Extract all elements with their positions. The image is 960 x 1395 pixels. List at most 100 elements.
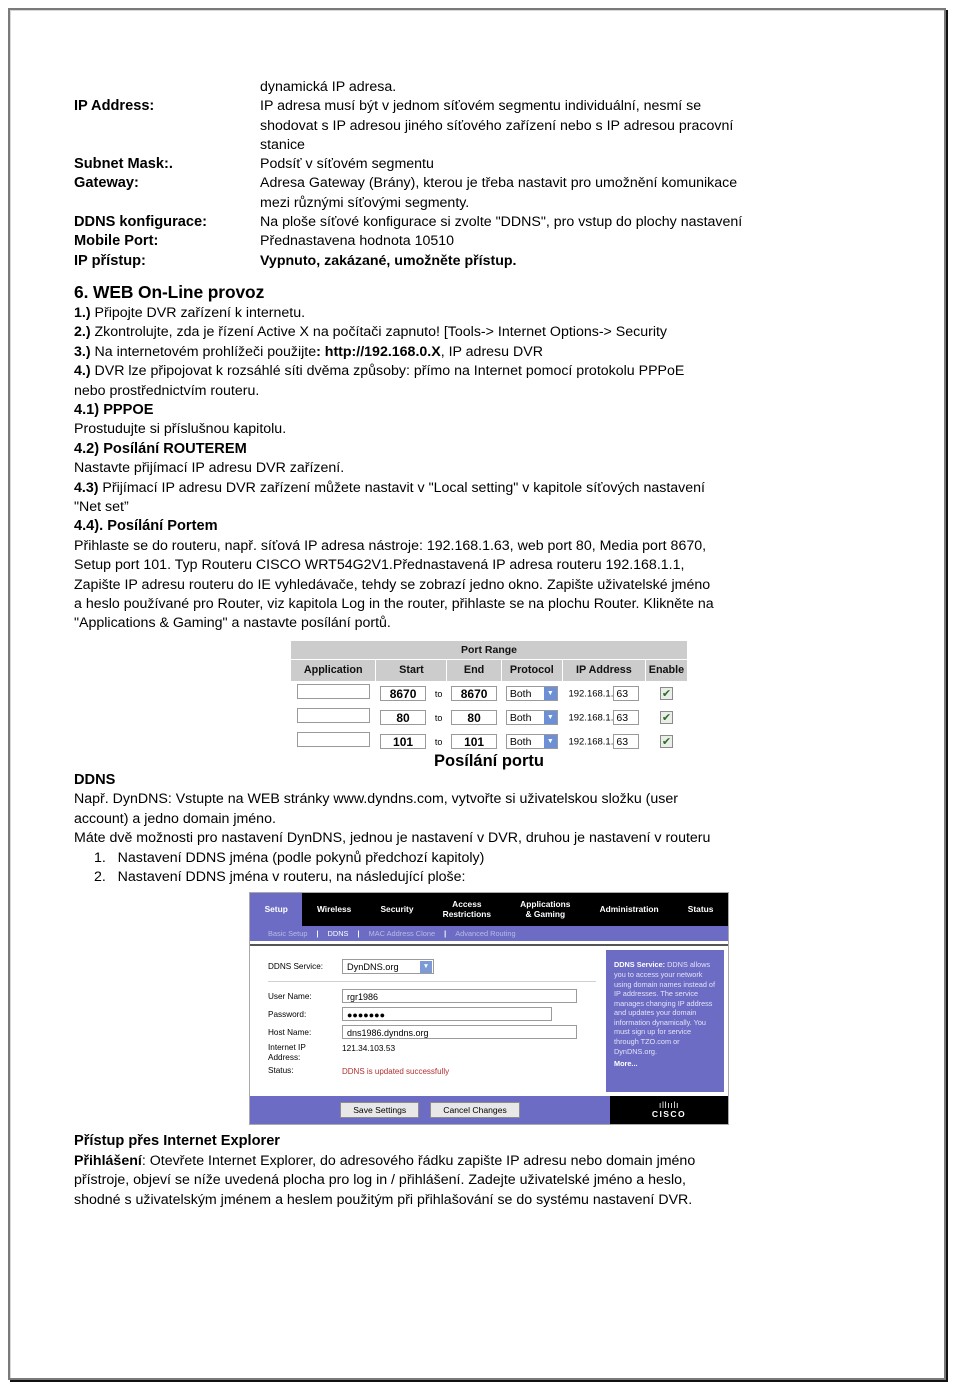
chevron-down-icon[interactable]: ▼ bbox=[420, 961, 432, 974]
table-row: 80 to 80 Both ▼ 192.168.1. 63 ✔ bbox=[289, 704, 689, 730]
end-port-input[interactable]: 80 bbox=[451, 709, 498, 725]
end-cell: 101 bbox=[446, 728, 502, 754]
hostname-input[interactable]: dns1986.dyndns.org bbox=[342, 1025, 577, 1040]
password-label: Password: bbox=[268, 1009, 307, 1019]
subnav-separator: | bbox=[444, 929, 447, 939]
to-label-cell: to bbox=[429, 728, 448, 754]
port-range-group-header: Port Range bbox=[290, 639, 688, 660]
footer-text-block: Přístup přes Internet Explorer Přihlášen… bbox=[74, 1132, 904, 1210]
to-label-cell: to bbox=[429, 680, 448, 706]
protocol-select[interactable]: Both ▼ bbox=[505, 733, 558, 749]
application-input[interactable] bbox=[296, 708, 370, 724]
help-panel: DDNS Service: DDNS allows you to access … bbox=[606, 950, 724, 1093]
ip-octet-input[interactable]: 63 bbox=[613, 685, 640, 701]
ddns-line: Máte dvě možnosti pro nastavení DynDNS, … bbox=[74, 830, 711, 847]
table-row: 101 to 101 Both ▼ 192.168.1. 63 ✔ bbox=[289, 728, 689, 754]
application-input[interactable] bbox=[296, 684, 370, 700]
column-header-end: End bbox=[446, 658, 502, 682]
ip-octet-input[interactable]: 63 bbox=[613, 733, 640, 749]
footer-login-line: Přihlášení: Otevřete Internet Explorer, … bbox=[74, 1152, 904, 1171]
help-text: DDNS allows you to access your network u… bbox=[614, 960, 716, 1056]
ip-prefix-label: 192.168.1. bbox=[568, 688, 614, 700]
tab-setup[interactable]: Setup bbox=[250, 893, 303, 927]
protocol-cell: Both ▼ bbox=[500, 680, 563, 706]
definition-description: Podsíť v síťovém segmentu bbox=[260, 156, 434, 173]
ip-octet-input[interactable]: 63 bbox=[613, 709, 640, 725]
router-content-area: DDNS Service: DynDNS.org ▼ User Name: rg… bbox=[250, 946, 728, 1097]
document-page: dynamická IP adresa. IP Address: IP adre… bbox=[8, 8, 946, 1380]
definition-continuation: mezi různými síťovými segmenty. bbox=[260, 194, 470, 211]
to-label: to bbox=[434, 688, 443, 699]
end-cell: 80 bbox=[446, 704, 502, 730]
definition-description: Vypnuto, zakázané, umožněte přístup. bbox=[260, 252, 517, 269]
protocol-value: Both bbox=[509, 687, 532, 700]
figure-caption-posilani-portu: Posílání portu bbox=[433, 751, 544, 770]
hostname-label: Host Name: bbox=[268, 1027, 312, 1037]
end-port-input[interactable]: 101 bbox=[451, 733, 498, 749]
subsection-44-line: Přihlaste se do routeru, např. síťová IP… bbox=[74, 537, 707, 554]
table-row: 8670 to 8670 Both ▼ 192.168.1. 63 ✔ bbox=[289, 680, 689, 706]
to-label: to bbox=[434, 712, 443, 723]
application-input[interactable] bbox=[296, 732, 370, 748]
column-header-ip-address: IP Address bbox=[561, 658, 646, 682]
dvr-url: : http://192.168.0.X bbox=[316, 343, 441, 360]
definition-term: Gateway: bbox=[74, 175, 139, 192]
subtab-mac-address-clone[interactable]: MAC Address Clone bbox=[365, 929, 440, 938]
subtab-advanced-routing[interactable]: Advanced Routing bbox=[451, 929, 519, 938]
footer-line-text: : Otevřete Internet Explorer, do adresov… bbox=[141, 1152, 696, 1169]
cancel-changes-button[interactable]: Cancel Changes bbox=[430, 1102, 520, 1119]
start-port-input[interactable]: 8670 bbox=[380, 685, 427, 701]
end-port-input[interactable]: 8670 bbox=[451, 685, 498, 701]
tab-applications-gaming[interactable]: Applications & Gaming bbox=[506, 893, 585, 926]
chevron-down-icon[interactable]: ▼ bbox=[543, 686, 557, 700]
chevron-down-icon[interactable]: ▼ bbox=[543, 734, 557, 748]
definition-term: DDNS konfigurace: bbox=[74, 214, 207, 231]
footer-login-label: Přihlášení bbox=[74, 1152, 142, 1169]
router-main-nav: Setup Wireless Security Access Restricti… bbox=[250, 893, 728, 927]
port-range-table: Port Range Application Start End Protoco… bbox=[289, 639, 689, 754]
help-more-link[interactable]: More... bbox=[614, 1059, 717, 1069]
tab-administration[interactable]: Administration bbox=[585, 893, 673, 926]
definition-row-ip-pristup: IP přístup: Vypnuto, zakázané, umožněte … bbox=[74, 252, 904, 271]
username-input[interactable]: rgr1986 bbox=[342, 989, 577, 1004]
subtab-basic-setup[interactable]: Basic Setup bbox=[264, 929, 311, 938]
list-text: DVR lze připojovat k rozsáhlé síti dvěma… bbox=[90, 363, 685, 380]
protocol-select[interactable]: Both ▼ bbox=[505, 709, 558, 725]
list-text: Na internetovém prohlížeči použijte bbox=[90, 343, 317, 360]
list-number: 4.3) bbox=[74, 479, 99, 496]
save-settings-button[interactable]: Save Settings bbox=[340, 1102, 420, 1119]
username-label: User Name: bbox=[268, 991, 312, 1001]
start-port-input[interactable]: 101 bbox=[380, 733, 427, 749]
definition-row-mobile-port: Mobile Port: Přednastavena hodnota 10510 bbox=[74, 232, 904, 251]
start-cell: 80 bbox=[375, 704, 431, 730]
chevron-down-icon[interactable]: ▼ bbox=[543, 710, 557, 724]
protocol-value: Both bbox=[509, 711, 532, 724]
cisco-router-ui: Setup Wireless Security Access Restricti… bbox=[249, 892, 729, 1126]
tab-access-restrictions[interactable]: Access Restrictions bbox=[428, 893, 506, 926]
password-input[interactable]: ●●●●●●● bbox=[342, 1007, 552, 1022]
enable-checkbox[interactable]: ✔ bbox=[659, 686, 673, 700]
start-cell: 8670 bbox=[375, 680, 431, 706]
enable-checkbox[interactable]: ✔ bbox=[659, 710, 673, 724]
tab-wireless[interactable]: Wireless bbox=[302, 893, 366, 926]
ddns-service-select[interactable]: DynDNS.org ▼ bbox=[342, 959, 434, 975]
list-item-3: 3.) Na internetovém prohlížeči použijte:… bbox=[74, 343, 904, 362]
definition-description: Přednastavena hodnota 10510 bbox=[260, 233, 455, 250]
definition-description: dynamická IP adresa. bbox=[260, 79, 397, 95]
list-number: 4.) bbox=[74, 363, 91, 380]
column-header-application: Application bbox=[289, 658, 377, 682]
table-group-header-row: Port Range bbox=[290, 639, 688, 660]
subsection-heading-posilani-portem: 4.4). Posílání Portem bbox=[74, 518, 218, 535]
tab-security[interactable]: Security bbox=[366, 893, 428, 926]
column-header-enable: Enable bbox=[644, 658, 689, 682]
start-port-input[interactable]: 80 bbox=[380, 709, 427, 725]
list-number: 2.) bbox=[74, 324, 91, 341]
list-item-2: 2.) Zkontrolujte, zda je řízení Active X… bbox=[74, 323, 904, 342]
enable-checkbox[interactable]: ✔ bbox=[659, 734, 673, 748]
tab-status[interactable]: Status bbox=[673, 893, 728, 926]
cisco-bars-icon: ıllıılı bbox=[658, 1100, 680, 1111]
subtab-ddns[interactable]: DDNS bbox=[324, 929, 353, 938]
internet-ip-value: 121.34.103.53 bbox=[342, 1043, 396, 1054]
port-range-figure: Port Range Application Start End Protoco… bbox=[74, 639, 904, 754]
protocol-select[interactable]: Both ▼ bbox=[505, 685, 558, 701]
